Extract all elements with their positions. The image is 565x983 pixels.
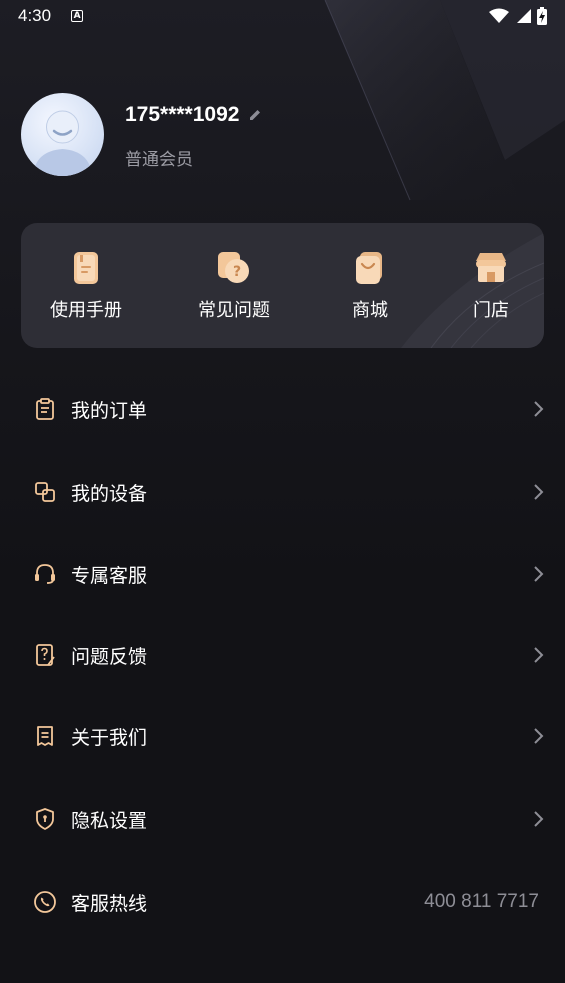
menu-item-label: 隐私设置 (71, 809, 148, 832)
menu-item-about-us[interactable]: 关于我们 (0, 695, 565, 777)
edit-pencil-icon[interactable] (247, 107, 263, 123)
hotline-number[interactable]: 400 811 7717 (424, 891, 539, 913)
menu-item-customer-service[interactable]: 专属客服 (0, 533, 565, 615)
status-time: 4:30 (18, 6, 52, 25)
battery-icon (537, 7, 547, 25)
quick-actions-card: 使用手册 ? 常见问题 商城 门店 (21, 223, 544, 348)
feedback-icon (36, 644, 55, 666)
menu-item-label: 专属客服 (71, 564, 148, 587)
chevron-right-icon (534, 484, 544, 500)
quick-action-label: 使用手册 (50, 300, 122, 321)
phone-icon (34, 891, 56, 913)
status-bar: 4:30 A (0, 0, 565, 32)
member-level: 普通会员 (125, 150, 193, 170)
status-icons (489, 7, 547, 25)
about-icon (37, 726, 53, 746)
device-icon (35, 482, 55, 502)
chevron-right-icon (534, 401, 544, 417)
menu-item-label: 关于我们 (71, 726, 148, 749)
chevron-right-icon (534, 566, 544, 582)
quick-action-store[interactable]: 门店 (471, 248, 511, 322)
avatar[interactable] (21, 93, 104, 176)
chevron-right-icon (534, 811, 544, 827)
quick-action-faq[interactable]: ? 常见问题 (198, 248, 270, 322)
menu-item-my-devices[interactable]: 我的设备 (0, 451, 565, 533)
quick-action-manual[interactable]: 使用手册 (50, 248, 122, 322)
privacy-shield-icon (36, 808, 54, 830)
headset-icon (35, 564, 55, 584)
notification-a-icon: A (71, 10, 84, 22)
menu-item-label: 问题反馈 (71, 645, 148, 668)
menu-item-label: 我的设备 (71, 482, 148, 505)
quick-action-label: 商城 (352, 300, 388, 321)
faq-icon: ? (218, 252, 249, 283)
user-phone: 175****1092 (125, 103, 240, 126)
quick-action-label: 门店 (473, 300, 509, 321)
svg-text:?: ? (233, 264, 241, 280)
store-icon (476, 253, 506, 282)
menu-item-my-orders[interactable]: 我的订单 (0, 368, 565, 450)
default-avatar-icon (33, 110, 92, 176)
menu-item-label: 我的订单 (71, 399, 148, 422)
wifi-icon (489, 8, 509, 23)
menu-item-hotline[interactable]: 客服热线 400 811 7717 (0, 861, 565, 943)
signal-icon (517, 9, 531, 23)
quick-action-label: 常见问题 (198, 300, 270, 321)
shop-bag-icon (356, 252, 382, 284)
chevron-right-icon (534, 728, 544, 744)
manual-icon (74, 252, 98, 284)
order-icon (36, 398, 54, 420)
quick-action-shop[interactable]: 商城 (350, 248, 390, 322)
menu-item-label: 客服热线 (71, 892, 148, 915)
menu-item-feedback[interactable]: 问题反馈 (0, 614, 565, 696)
profile-header: 175****1092 普通会员 (21, 93, 263, 176)
chevron-right-icon (534, 647, 544, 663)
menu-item-privacy-settings[interactable]: 隐私设置 (0, 778, 565, 860)
